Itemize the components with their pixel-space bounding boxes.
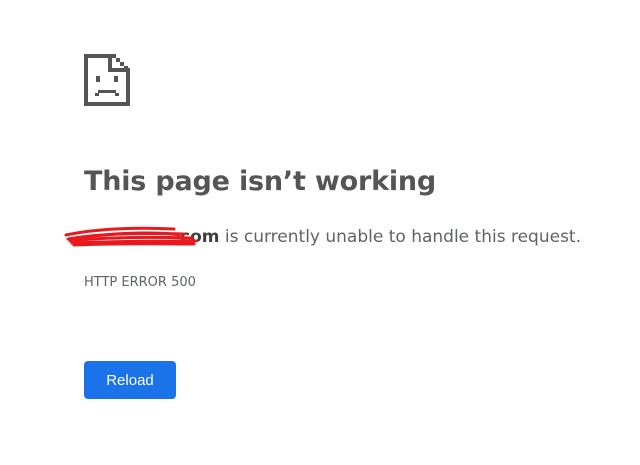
- page-title: This page isn’t working: [84, 166, 437, 197]
- error-summary-text: is currently unable to handle this reque…: [219, 227, 581, 247]
- error-code: HTTP ERROR 500: [84, 275, 196, 290]
- reload-button[interactable]: Reload: [84, 361, 176, 399]
- domain-name: com: [64, 226, 220, 247]
- domain-visible-part: com: [180, 227, 220, 247]
- sad-page-icon: [84, 54, 130, 106]
- error-summary: com is currently unable to handle this r…: [64, 226, 581, 247]
